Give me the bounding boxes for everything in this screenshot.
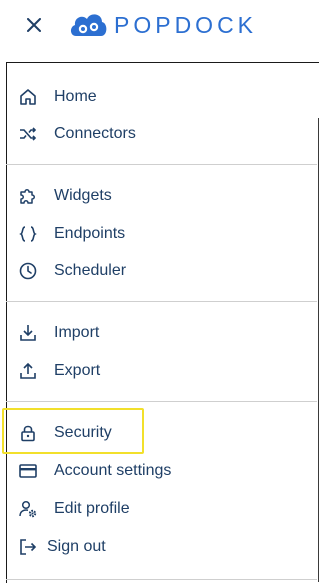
divider — [6, 579, 317, 580]
menu-item-security[interactable]: Security — [18, 418, 112, 448]
menu-label-connectors: Connectors — [54, 125, 136, 142]
menu-label-home: Home — [54, 88, 97, 105]
divider — [6, 164, 317, 165]
puzzle-icon — [18, 186, 38, 206]
menu-item-home[interactable]: Home — [18, 82, 97, 112]
menu-label-security: Security — [54, 424, 112, 441]
menu-item-connectors[interactable]: Connectors — [18, 119, 136, 149]
menu-label-endpoints: Endpoints — [54, 225, 126, 242]
menu-item-scheduler[interactable]: Scheduler — [18, 256, 126, 286]
popdock-logo-mark — [70, 14, 107, 36]
shuffle-icon — [18, 124, 38, 144]
sign-out-icon — [18, 537, 38, 557]
braces-icon — [18, 224, 38, 244]
menu-label-export: Export — [54, 362, 101, 379]
menu-label-account-settings: Account settings — [54, 462, 172, 479]
menu-item-endpoints[interactable]: Endpoints — [18, 219, 125, 249]
panel-edge — [318, 118, 319, 582]
menu-label-scheduler: Scheduler — [54, 262, 127, 279]
home-icon — [18, 87, 38, 107]
export-icon — [18, 361, 38, 381]
menu-item-account-settings[interactable]: Account settings — [18, 456, 171, 486]
menu-item-import[interactable]: Import — [18, 318, 99, 348]
divider — [6, 301, 317, 302]
menu-header: POPDOCK — [0, 0, 323, 52]
close-button[interactable] — [24, 15, 44, 35]
import-icon — [18, 323, 38, 343]
credit-card-icon — [18, 461, 38, 481]
divider — [6, 401, 317, 402]
popdock-logo[interactable]: POPDOCK — [68, 10, 257, 40]
menu-item-edit-profile[interactable]: Edit profile — [18, 494, 130, 524]
close-icon — [27, 18, 41, 32]
menu-label-sign-out: Sign out — [47, 538, 106, 555]
menu-item-sign-out[interactable]: Sign out — [18, 532, 106, 562]
menu-label-widgets: Widgets — [54, 187, 112, 204]
menu-label-import: Import — [54, 324, 100, 341]
logo-text: POPDOCK — [114, 11, 258, 38]
menu-label-edit-profile: Edit profile — [54, 500, 130, 517]
menu-item-widgets[interactable]: Widgets — [18, 181, 112, 211]
user-gear-icon — [18, 499, 38, 519]
lock-icon — [18, 423, 38, 443]
menu-item-export[interactable]: Export — [18, 356, 100, 386]
clock-icon — [18, 261, 38, 281]
